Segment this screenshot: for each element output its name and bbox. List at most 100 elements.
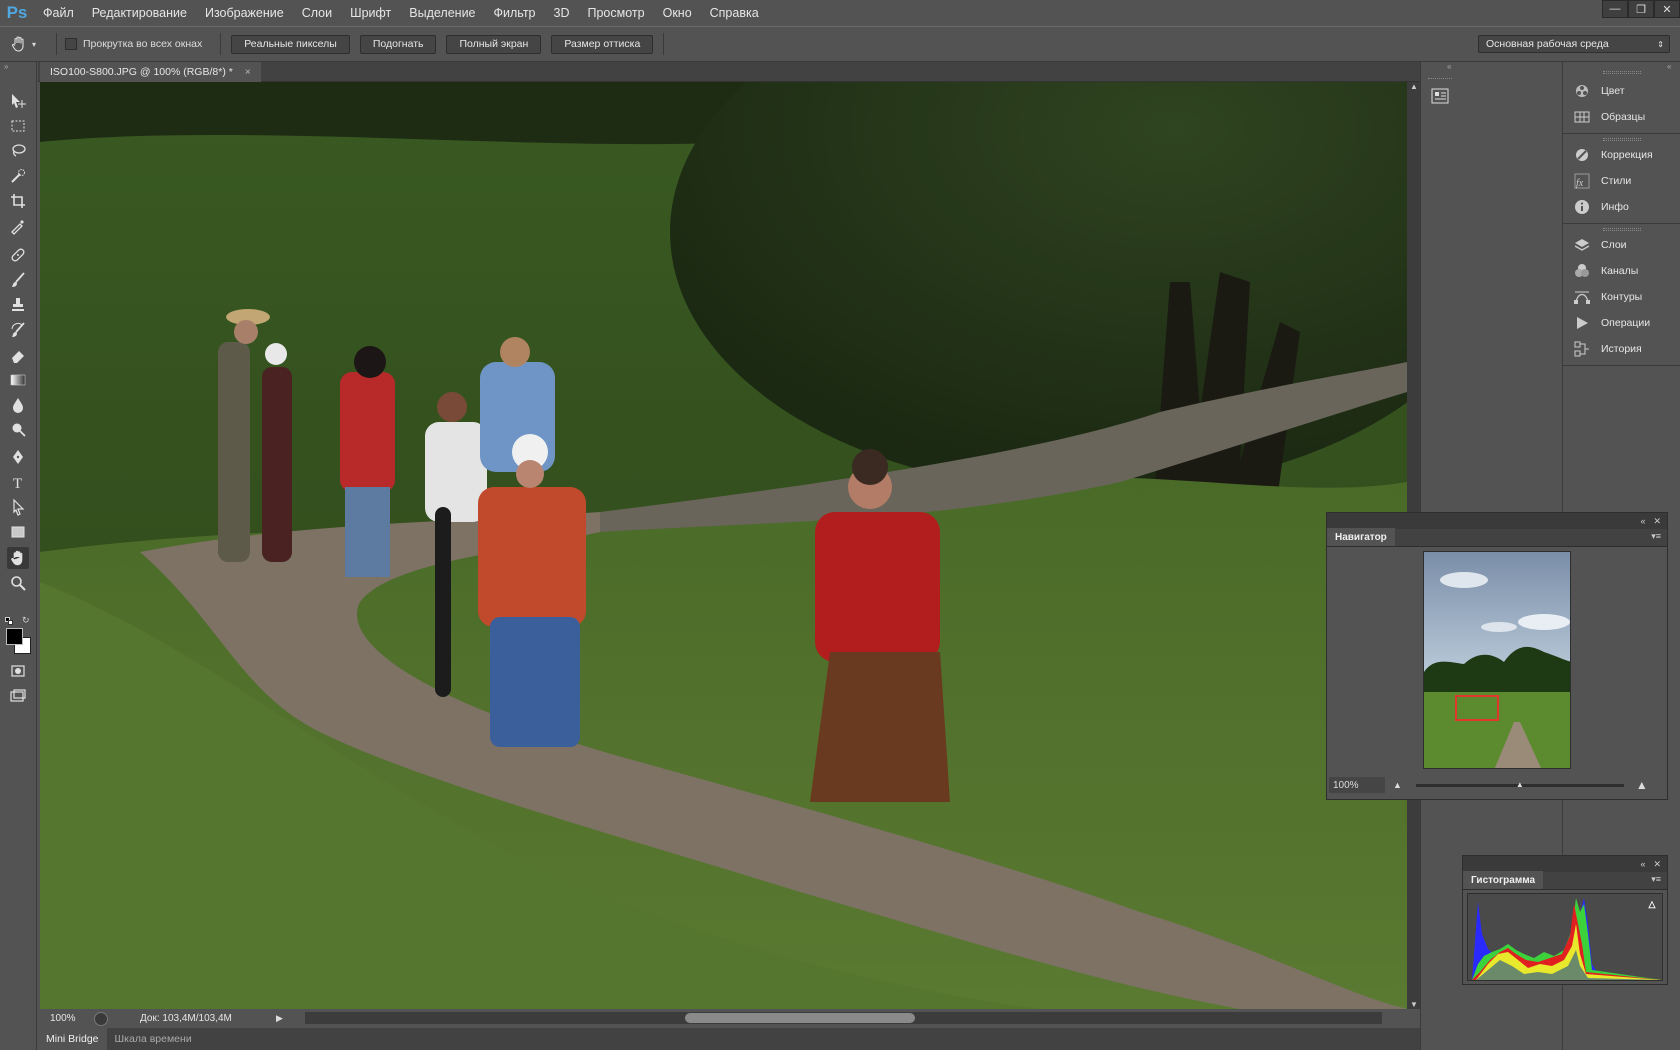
screen-mode-icon[interactable] xyxy=(7,685,29,707)
menu-filter[interactable]: Фильтр xyxy=(485,0,545,26)
close-panel-icon[interactable]: ✕ xyxy=(1653,516,1661,527)
menu-image[interactable]: Изображение xyxy=(196,0,293,26)
navigator-preview[interactable] xyxy=(1423,551,1571,769)
panel-paths[interactable]: Контуры xyxy=(1563,284,1680,310)
bottom-panel-tabs: Mini Bridge Шкала времени xyxy=(38,1028,1420,1050)
history-icon xyxy=(1574,341,1589,357)
type-icon[interactable]: T xyxy=(7,471,29,493)
lasso-icon[interactable] xyxy=(7,140,29,162)
minimize-icon[interactable]: — xyxy=(1602,0,1628,18)
document-tabs: ISO100-S800.JPG @ 100% (RGB/8*) * × xyxy=(38,62,1420,82)
panel-styles[interactable]: fx Стили xyxy=(1563,168,1680,194)
swap-colors-icon[interactable]: ↻ xyxy=(22,615,30,626)
panel-grip[interactable] xyxy=(1603,71,1641,74)
scroll-all-windows-checkbox[interactable] xyxy=(65,38,77,50)
collapse-dock-icon[interactable]: « xyxy=(1447,62,1451,71)
navigator-zoom-slider[interactable]: ▲ xyxy=(1415,780,1624,789)
tab-histogram[interactable]: Гистограмма xyxy=(1463,871,1544,889)
collapse-icon[interactable]: « xyxy=(1640,859,1645,869)
rect-marquee-icon[interactable] xyxy=(7,115,29,137)
horizontal-scrollbar[interactable] xyxy=(305,1012,1382,1024)
document-tab[interactable]: ISO100-S800.JPG @ 100% (RGB/8*) * × xyxy=(40,62,261,82)
rectangle-shape-icon[interactable] xyxy=(7,521,29,543)
info-icon xyxy=(1575,200,1589,214)
styles-icon: fx xyxy=(1574,173,1590,189)
history-brush-icon[interactable] xyxy=(7,319,29,341)
dodge-icon[interactable] xyxy=(7,419,29,441)
photo-image xyxy=(40,82,1407,1009)
dock-grip[interactable] xyxy=(1428,78,1452,81)
zoom-slider-thumb[interactable]: ▲ xyxy=(1516,780,1524,789)
panel-info[interactable]: Инфо xyxy=(1563,194,1680,220)
status-menu-icon[interactable]: ▶ xyxy=(276,1013,283,1024)
quick-select-icon[interactable] xyxy=(7,165,29,187)
navigator-zoom-value[interactable]: 100% xyxy=(1329,777,1385,793)
blur-icon[interactable] xyxy=(7,394,29,416)
restore-icon[interactable]: ❐ xyxy=(1628,0,1654,18)
horizontal-scroll-thumb[interactable] xyxy=(685,1013,915,1023)
menu-window[interactable]: Окно xyxy=(654,0,701,26)
eyedropper-icon[interactable] xyxy=(7,215,29,237)
gradient-icon[interactable] xyxy=(7,369,29,391)
panel-menu-icon[interactable]: ▾≡ xyxy=(1651,531,1667,546)
zoom-level[interactable]: 100% xyxy=(38,1013,88,1024)
menu-file[interactable]: Файл xyxy=(34,0,83,26)
panel-channels[interactable]: Каналы xyxy=(1563,258,1680,284)
tab-timeline[interactable]: Шкала времени xyxy=(107,1028,200,1050)
scroll-down-icon[interactable]: ▼ xyxy=(1410,1000,1418,1009)
menu-3d[interactable]: 3D xyxy=(545,0,579,26)
panel-channels-label: Каналы xyxy=(1601,265,1639,277)
hand-tool-preset-icon[interactable]: ▾ xyxy=(10,35,48,53)
print-size-button[interactable]: Размер оттиска xyxy=(551,34,654,54)
foreground-color-swatch[interactable] xyxy=(6,628,23,645)
collapse-arrows-icon[interactable]: » xyxy=(4,62,33,71)
workspace-value: Основная рабочая среда xyxy=(1486,38,1609,50)
zoom-out-icon[interactable]: ▲ xyxy=(1393,780,1402,790)
menu-select[interactable]: Выделение xyxy=(400,0,484,26)
panel-grip[interactable] xyxy=(1603,228,1641,231)
clone-stamp-icon[interactable] xyxy=(7,294,29,316)
eraser-icon[interactable] xyxy=(7,344,29,366)
panel-actions[interactable]: Операции xyxy=(1563,310,1680,336)
panel-menu-icon[interactable]: ▾≡ xyxy=(1651,874,1667,889)
tab-mini-bridge[interactable]: Mini Bridge xyxy=(38,1028,107,1050)
menu-edit[interactable]: Редактирование xyxy=(83,0,196,26)
move-icon[interactable] xyxy=(7,90,29,112)
actual-pixels-button[interactable]: Реальные пикселы xyxy=(231,34,350,54)
status-info-icon[interactable] xyxy=(94,1011,108,1026)
paths-icon xyxy=(1574,291,1590,304)
zoom-icon[interactable] xyxy=(7,572,29,594)
properties-icon[interactable] xyxy=(1430,86,1452,106)
close-icon[interactable]: ✕ xyxy=(1654,0,1680,18)
default-colors-icon[interactable] xyxy=(5,617,13,625)
collapse-panel-icon[interactable]: « xyxy=(1667,62,1671,71)
panel-adjustments[interactable]: Коррекция xyxy=(1563,142,1680,168)
brush-icon[interactable] xyxy=(7,269,29,291)
pen-icon[interactable] xyxy=(7,446,29,468)
histogram-warning-icon[interactable]: △ xyxy=(1646,898,1658,910)
close-tab-icon[interactable]: × xyxy=(245,67,251,78)
panel-swatches[interactable]: Образцы xyxy=(1563,104,1680,130)
crop-icon[interactable] xyxy=(7,190,29,212)
path-select-icon[interactable] xyxy=(7,496,29,518)
healing-brush-icon[interactable] xyxy=(7,244,29,266)
tab-navigator[interactable]: Навигатор xyxy=(1327,528,1395,546)
panel-layers[interactable]: Слои xyxy=(1563,232,1680,258)
scroll-up-icon[interactable]: ▲ xyxy=(1410,82,1418,91)
zoom-in-icon[interactable]: ▲ xyxy=(1636,778,1648,792)
fit-screen-button[interactable]: Подогнать xyxy=(359,34,437,54)
workspace-select[interactable]: Основная рабочая среда ⇕ xyxy=(1478,35,1670,53)
panel-grip[interactable] xyxy=(1603,138,1641,141)
panel-history[interactable]: История xyxy=(1563,336,1680,362)
menu-type[interactable]: Шрифт xyxy=(341,0,400,26)
quick-mask-icon[interactable] xyxy=(7,660,29,682)
fill-screen-button[interactable]: Полный экран xyxy=(446,34,542,54)
close-panel-icon[interactable]: ✕ xyxy=(1653,859,1661,870)
panel-color[interactable]: Цвет xyxy=(1563,78,1680,104)
menu-layers[interactable]: Слои xyxy=(293,0,341,26)
menu-view[interactable]: Просмотр xyxy=(579,0,654,26)
collapse-icon[interactable]: « xyxy=(1640,516,1645,526)
hand-icon[interactable] xyxy=(7,547,29,569)
menu-help[interactable]: Справка xyxy=(701,0,768,26)
document-canvas[interactable] xyxy=(40,82,1407,1009)
